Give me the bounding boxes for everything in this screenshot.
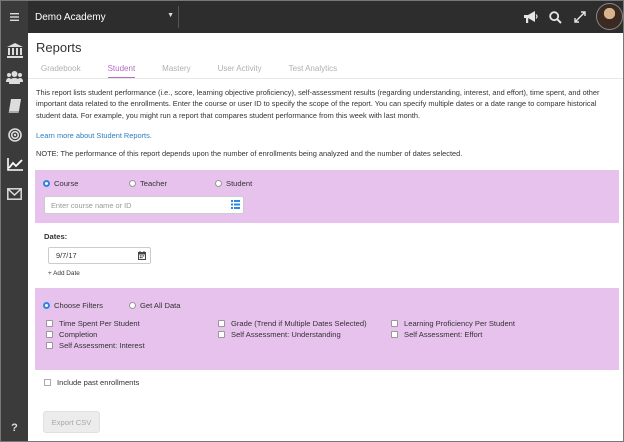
checkbox-icon [46,320,53,327]
megaphone-icon[interactable] [523,7,538,27]
main-content: Reports Gradebook Student Mastery User A… [28,33,623,441]
checkbox-completion[interactable]: Completion [46,330,97,339]
checkbox-self-effort[interactable]: Self Assessment: Effort [391,330,482,339]
checkbox-learning-proficiency[interactable]: Learning Proficiency Per Student [391,319,515,328]
checkbox-icon [218,331,225,338]
radio-course[interactable]: Course [43,179,78,188]
radio-selected-icon [43,180,50,187]
help-icon[interactable]: ? [1,416,28,440]
sidebar: ? [1,1,28,441]
radio-selected-icon [43,302,50,309]
radio-get-all-data[interactable]: Get All Data [129,301,181,310]
search-icon[interactable] [549,7,562,27]
checkbox-icon [46,331,53,338]
checkbox-icon [391,331,398,338]
add-date-link[interactable]: + Add Date [48,270,80,277]
tab-mastery[interactable]: Mastery [162,64,190,78]
radio-choose-filters[interactable]: Choose Filters [43,301,103,310]
menu-icon[interactable] [1,5,28,29]
tab-gradebook[interactable]: Gradebook [41,64,81,78]
users-icon[interactable] [1,65,28,89]
divider [28,78,623,79]
chevron-down-icon: ▼ [167,12,174,19]
calendar-icon[interactable] [138,251,146,260]
tab-test-analytics[interactable]: Test Analytics [289,64,337,78]
mail-icon[interactable] [1,182,28,206]
page-title: Reports [36,40,82,55]
export-csv-button[interactable]: Export CSV [43,411,100,433]
course-search-input[interactable]: Enter course name or ID [44,196,244,214]
expand-icon[interactable] [574,7,586,27]
radio-student[interactable]: Student [215,179,252,188]
tab-student[interactable]: Student [107,64,136,78]
report-description: This report lists student performance (i… [36,88,600,120]
list-icon[interactable] [231,200,240,209]
top-bar: Demo Academy ▼ [28,1,623,33]
filters-panel [35,288,619,370]
tab-user-activity[interactable]: User Activity [218,64,262,78]
dates-label: Dates: [44,232,68,241]
checkbox-icon [44,379,51,386]
date-field[interactable]: 9/7/17 [48,247,151,264]
report-tabs: Gradebook Student Mastery User Activity … [41,64,364,78]
target-icon[interactable] [1,123,28,147]
avatar[interactable] [596,3,623,30]
checkbox-icon [218,320,225,327]
institution-icon[interactable] [1,38,28,62]
checkbox-self-understanding[interactable]: Self Assessment: Understanding [218,330,341,339]
checkbox-icon [46,342,53,349]
learn-more-link[interactable]: Learn more about Student Reports. [36,131,152,140]
app-window: ? Demo Academy ▼ Reports Gradebook Stude… [0,0,624,442]
radio-unselected-icon [129,302,136,309]
divider [178,6,179,28]
reports-chart-icon[interactable] [1,152,28,176]
radio-unselected-icon [215,180,222,187]
checkbox-time-spent[interactable]: Time Spent Per Student [46,319,140,328]
radio-unselected-icon [129,180,136,187]
checkbox-icon [391,320,398,327]
account-selector[interactable]: Demo Academy ▼ [28,1,178,33]
include-past-checkbox[interactable]: Include past enrollments [44,378,139,387]
checkbox-self-interest[interactable]: Self Assessment: Interest [46,341,145,350]
radio-teacher[interactable]: Teacher [129,179,167,188]
account-name: Demo Academy [35,11,106,23]
performance-note: NOTE: The performance of this report dep… [36,149,463,158]
book-icon[interactable] [1,94,28,118]
checkbox-grade[interactable]: Grade (Trend if Multiple Dates Selected) [218,319,367,328]
